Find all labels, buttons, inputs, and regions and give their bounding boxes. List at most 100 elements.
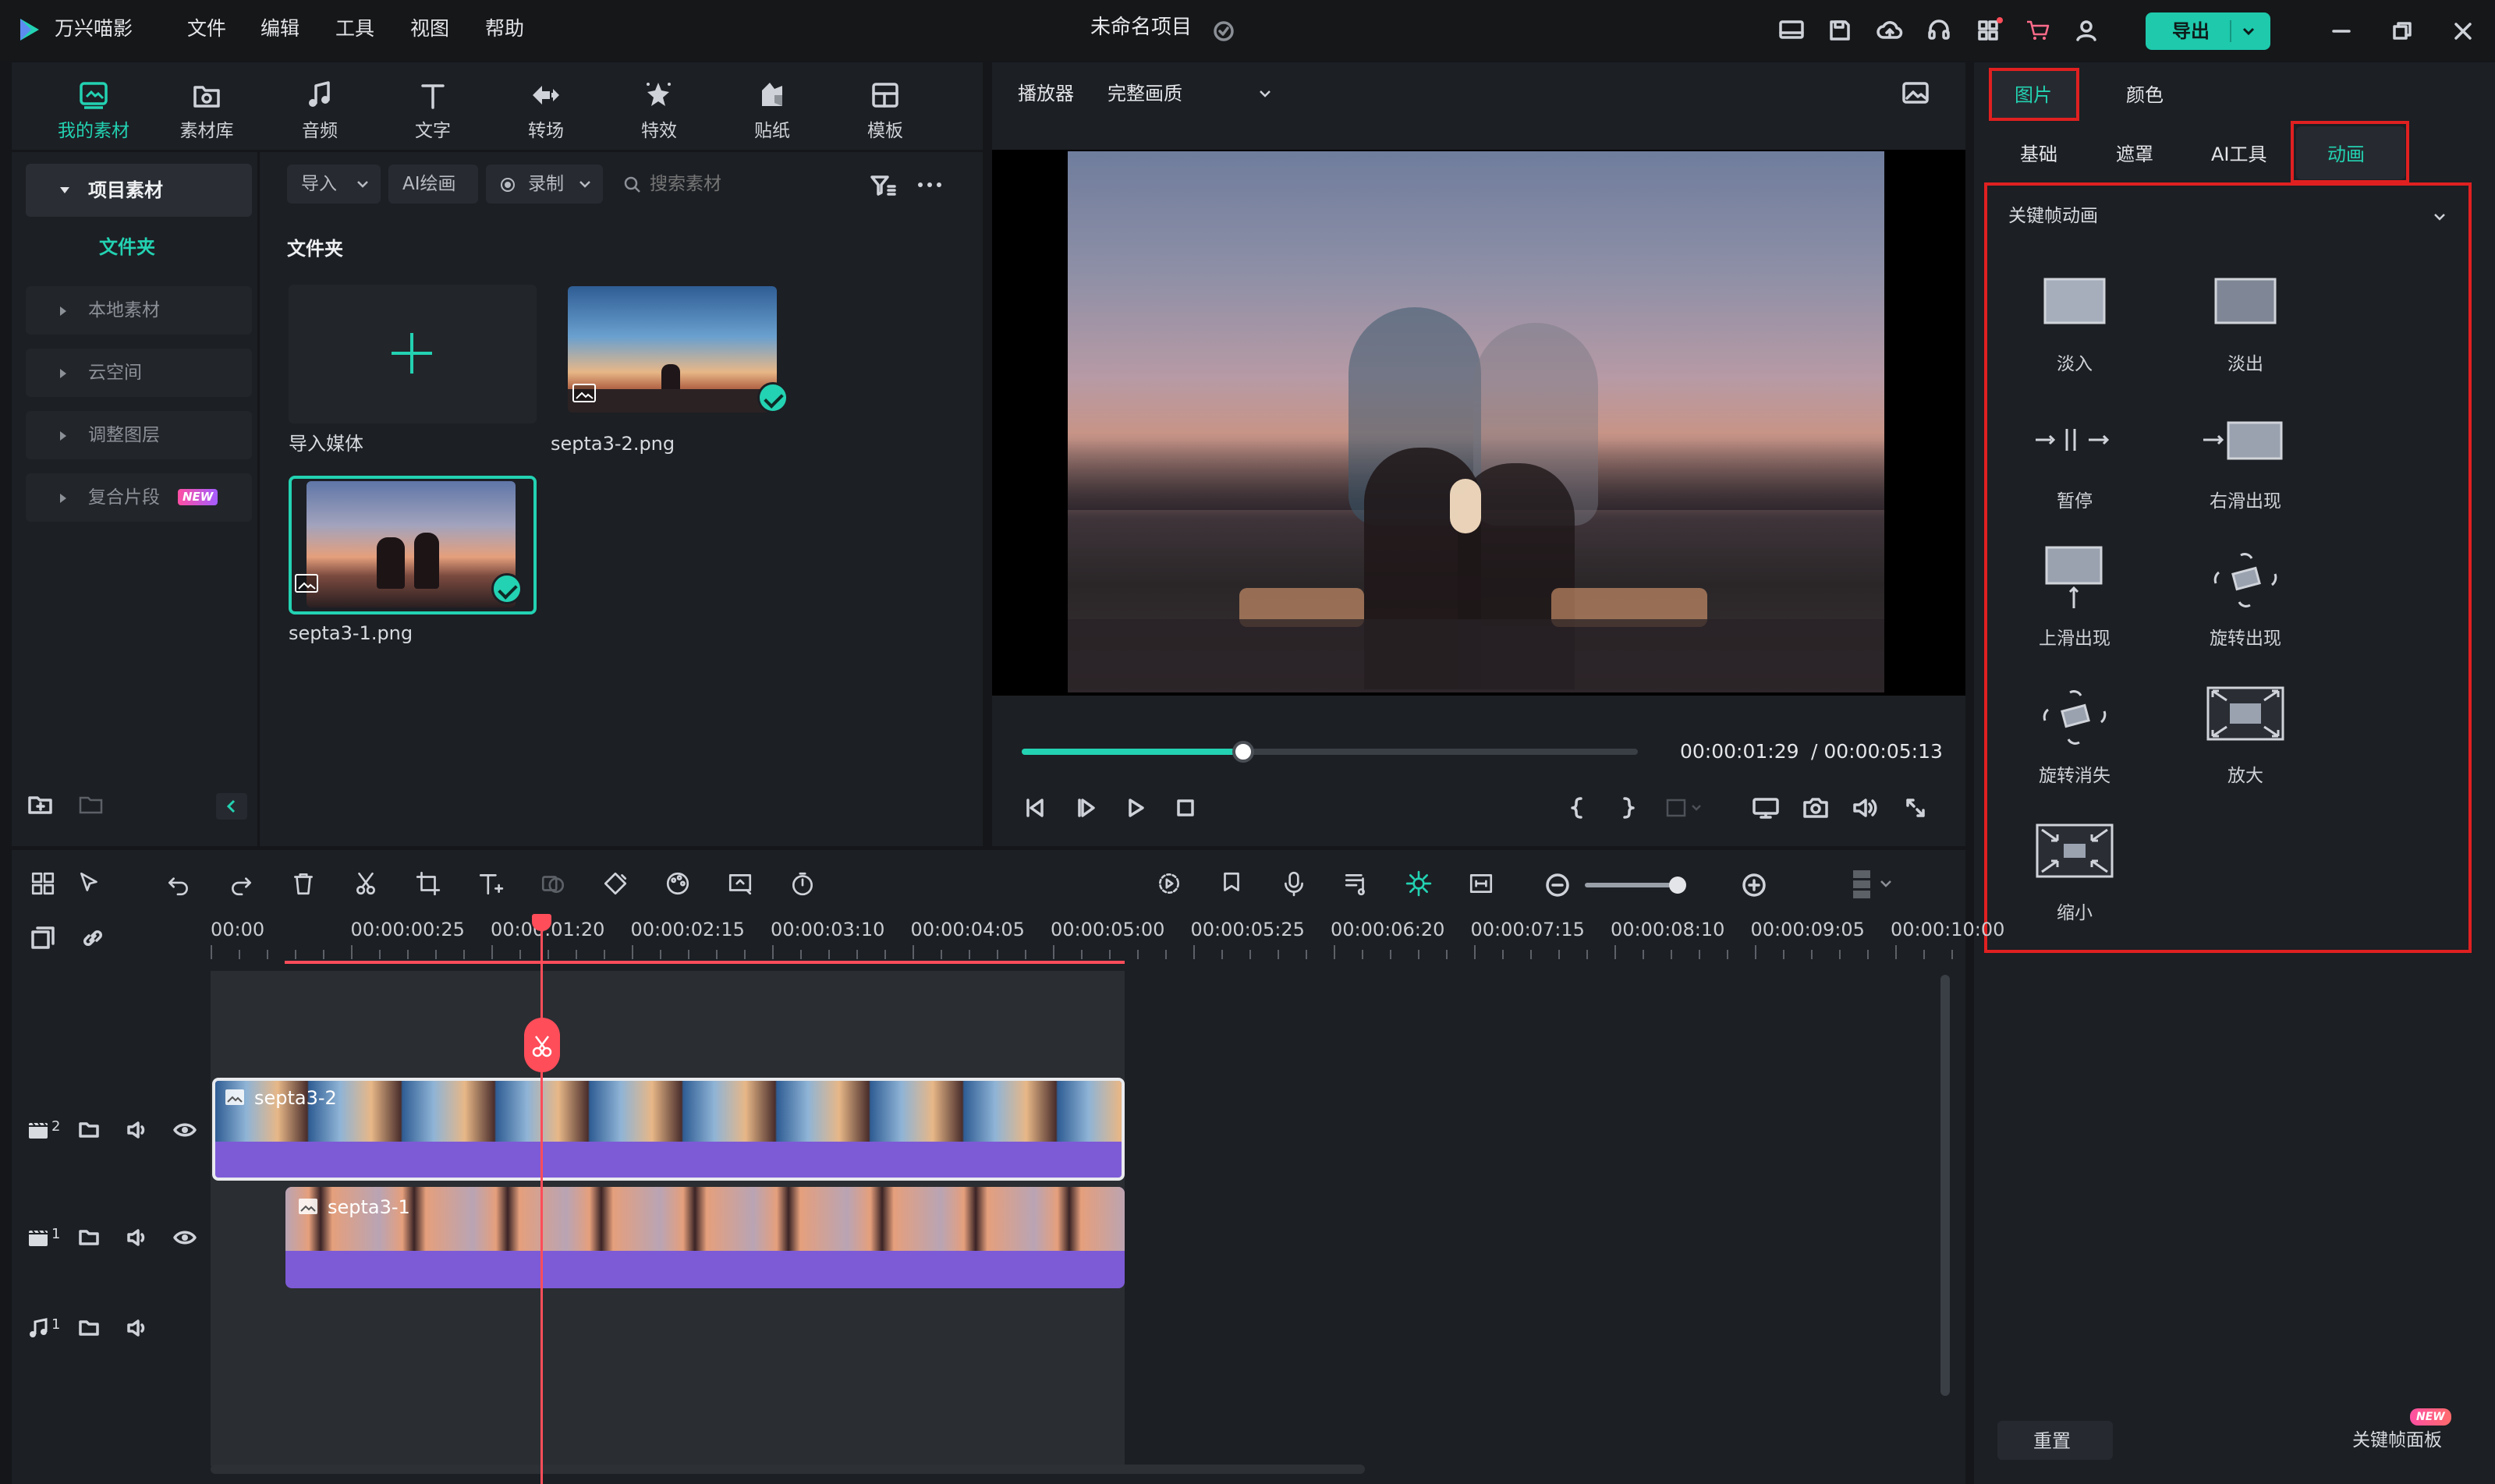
delete-icon[interactable]: [290, 870, 317, 897]
animation-preset-slide-up[interactable]: 上滑出现: [1997, 532, 2153, 664]
tab-my-media[interactable]: 我的素材: [39, 62, 148, 148]
tab-transition[interactable]: 转场: [491, 62, 601, 148]
menu-edit[interactable]: 编辑: [260, 19, 299, 38]
camera-snapshot-icon[interactable]: [1802, 795, 1830, 820]
animation-preset-zoom-in[interactable]: 放大: [2167, 669, 2323, 802]
animation-preset-fade-out[interactable]: 淡出: [2167, 257, 2323, 390]
sidebar-item-cloud[interactable]: 云空间: [26, 349, 252, 397]
animation-preset-fade-in[interactable]: 淡入: [1997, 257, 2153, 390]
add-track-icon[interactable]: [30, 925, 56, 951]
eye-visibility-icon[interactable]: [173, 1227, 197, 1248]
keyframe-tool-icon[interactable]: [602, 870, 629, 897]
snap-magnet-icon[interactable]: [1405, 870, 1432, 897]
folder-icon[interactable]: [78, 1318, 100, 1338]
subtab-basic[interactable]: 基础: [2020, 145, 2057, 164]
eye-visibility-icon[interactable]: [173, 1120, 197, 1140]
import-media-tile[interactable]: [289, 285, 537, 423]
filter-icon[interactable]: [870, 174, 896, 197]
chevron-down-icon[interactable]: [2241, 25, 2256, 37]
fullscreen-icon[interactable]: [1903, 795, 1928, 820]
layout-icon[interactable]: [1778, 19, 1805, 42]
stop-icon[interactable]: [1173, 795, 1198, 820]
close-icon[interactable]: [2452, 20, 2474, 42]
timer-speed-icon[interactable]: [789, 870, 816, 897]
color-palette-icon[interactable]: [665, 870, 691, 897]
volume-icon[interactable]: [126, 1227, 150, 1248]
snapshot-view-icon[interactable]: [1901, 81, 1930, 104]
step-back-icon[interactable]: [1022, 795, 1047, 820]
tab-audio[interactable]: 音频: [265, 62, 374, 148]
volume-icon[interactable]: [1852, 795, 1880, 820]
folder-icon[interactable]: [78, 1120, 100, 1140]
sidebar-item-adjustment-layer[interactable]: 调整图层: [26, 411, 252, 459]
cloud-upload-icon[interactable]: [1877, 19, 1903, 42]
redo-icon[interactable]: [228, 870, 254, 897]
project-media-header[interactable]: 项目素材: [26, 164, 252, 217]
track-layout-icon[interactable]: [1850, 867, 1897, 901]
crop-icon[interactable]: [415, 870, 441, 897]
marker-icon[interactable]: [1218, 870, 1245, 897]
tab-text[interactable]: 文字: [378, 62, 487, 148]
select-pointer-icon[interactable]: [76, 870, 103, 897]
menu-view[interactable]: 视图: [410, 19, 449, 38]
search-input[interactable]: [650, 171, 821, 197]
save-icon[interactable]: [1828, 19, 1852, 42]
search-box[interactable]: [618, 165, 852, 204]
menu-help[interactable]: 帮助: [485, 19, 524, 38]
new-folder-icon[interactable]: [27, 793, 54, 816]
animation-preset-slide-right[interactable]: 右滑出现: [2167, 395, 2323, 527]
tab-stickers[interactable]: 贴纸: [718, 62, 827, 148]
scissors-icon[interactable]: [353, 870, 379, 897]
keyframe-panel-button[interactable]: 关键帧面板 NEW: [2344, 1408, 2460, 1460]
mask-tool-icon[interactable]: [540, 870, 566, 897]
ai-draw-button[interactable]: AI绘画: [388, 165, 478, 204]
menu-tools[interactable]: 工具: [335, 19, 374, 38]
layout-grid-icon[interactable]: [30, 870, 56, 897]
tab-effects[interactable]: 特效: [604, 62, 714, 148]
folder-item[interactable]: 文件夹: [99, 238, 155, 257]
vertical-scrollbar[interactable]: [1940, 975, 1950, 1396]
volume-icon[interactable]: [126, 1318, 150, 1338]
zoom-out-icon[interactable]: [1544, 872, 1571, 898]
cart-icon[interactable]: [2025, 19, 2051, 42]
import-dropdown[interactable]: 导入: [287, 165, 381, 204]
mark-in-icon[interactable]: [1568, 795, 1588, 820]
reset-button[interactable]: 重置: [1997, 1421, 2113, 1460]
split-scissors-icon[interactable]: [524, 1018, 560, 1072]
media-thumbnail[interactable]: [307, 481, 516, 607]
apps-grid-icon[interactable]: [1976, 17, 2003, 42]
more-options-icon[interactable]: [916, 180, 943, 189]
folder-icon[interactable]: [78, 793, 105, 816]
animation-preset-rotate-in[interactable]: 旋转出现: [2167, 532, 2323, 664]
fit-timeline-icon[interactable]: [1468, 870, 1494, 897]
tab-stock-library[interactable]: 素材库: [152, 62, 261, 148]
display-monitor-icon[interactable]: [1752, 795, 1780, 820]
collapse-panel-icon[interactable]: [216, 793, 247, 820]
animation-preset-zoom-out[interactable]: 缩小: [1997, 806, 2153, 939]
folder-icon[interactable]: [78, 1227, 100, 1248]
auto-reframe-icon[interactable]: [727, 870, 753, 897]
mark-out-icon[interactable]: [1618, 795, 1638, 820]
headset-support-icon[interactable]: [1926, 19, 1951, 42]
timeline-clip-septa3-1[interactable]: septa3-1: [285, 1187, 1125, 1288]
media-thumbnail[interactable]: [568, 286, 777, 413]
text-tool-icon[interactable]: [477, 870, 504, 897]
subtab-mask[interactable]: 遮罩: [2116, 145, 2153, 164]
tab-color[interactable]: 颜色: [2106, 70, 2192, 119]
render-preview-icon[interactable]: [1156, 870, 1182, 897]
undo-icon[interactable]: [165, 870, 192, 897]
step-forward-icon[interactable]: [1073, 795, 1098, 820]
user-account-icon[interactable]: [2075, 19, 2098, 42]
audio-mix-icon[interactable]: [1343, 870, 1370, 897]
zoom-in-icon[interactable]: [1741, 872, 1767, 898]
microphone-icon[interactable]: [1281, 870, 1307, 897]
subtab-ai-tools[interactable]: AI工具: [2211, 145, 2267, 164]
quality-dropdown[interactable]: 完整画质: [1108, 76, 1279, 112]
playhead-line[interactable]: [540, 916, 543, 1484]
minimize-icon[interactable]: [2330, 20, 2352, 42]
playhead-head[interactable]: [532, 914, 551, 931]
play-icon[interactable]: [1123, 795, 1148, 820]
volume-icon[interactable]: [126, 1120, 150, 1140]
zoom-slider-handle[interactable]: [1669, 877, 1686, 894]
animation-preset-pause[interactable]: 暂停: [1997, 395, 2153, 527]
